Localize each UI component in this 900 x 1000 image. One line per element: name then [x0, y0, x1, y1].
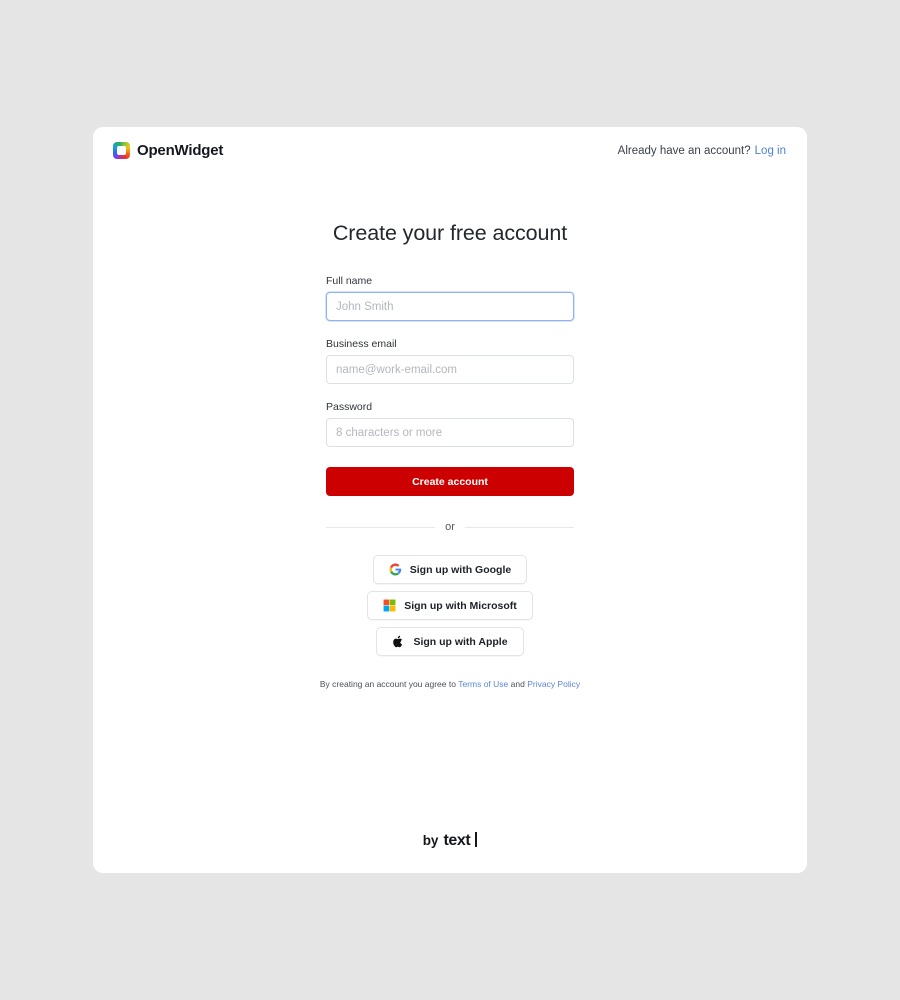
header-account-prompt: Already have an account? Log in	[618, 145, 786, 157]
brand-name: OpenWidget	[137, 142, 224, 159]
social-signup-buttons: Sign up with Google Sign up with Microso…	[367, 555, 533, 656]
signup-microsoft-label: Sign up with Microsoft	[404, 599, 517, 612]
business-email-input[interactable]	[326, 355, 574, 384]
text-com-branding[interactable]: by text	[423, 830, 478, 850]
terms-of-use-link[interactable]: Terms of Use	[458, 679, 508, 689]
divider: or	[326, 521, 574, 533]
divider-line-right	[464, 526, 574, 528]
field-business-email: Business email	[326, 338, 574, 384]
legal-prefix: By creating an account you agree to	[319, 679, 456, 689]
create-account-button[interactable]: Create account	[326, 467, 574, 496]
footer-product-label: text	[443, 832, 471, 849]
field-full-name: Full name	[326, 275, 574, 321]
signup-microsoft-button[interactable]: Sign up with Microsoft	[367, 591, 533, 620]
legal-conjunction: and	[510, 679, 525, 689]
brand-logo[interactable]: OpenWidget	[113, 142, 223, 159]
page-title: Create your free account	[332, 221, 568, 245]
signup-card: OpenWidget Already have an account? Log …	[93, 127, 807, 873]
signup-form: Full name Business email Password Create…	[326, 275, 574, 496]
full-name-input[interactable]	[326, 292, 574, 321]
legal-disclaimer: By creating an account you agree to Term…	[320, 679, 580, 689]
field-password: Password	[326, 401, 574, 447]
google-icon	[389, 563, 401, 576]
business-email-label: Business email	[326, 338, 397, 350]
divider-line-left	[326, 526, 436, 528]
card-footer: by text	[93, 807, 807, 873]
openwidget-logo-icon	[113, 142, 130, 159]
full-name-label: Full name	[326, 275, 373, 287]
account-prompt-text: Already have an account?	[617, 144, 751, 157]
signup-apple-button[interactable]: Sign up with Apple	[376, 627, 524, 656]
privacy-policy-link[interactable]: Privacy Policy	[527, 679, 580, 689]
text-caret-icon	[475, 832, 478, 847]
signup-content: Create your free account Full name Busin…	[93, 221, 807, 689]
signup-google-button[interactable]: Sign up with Google	[372, 555, 528, 584]
footer-by-label: by	[422, 833, 439, 848]
signup-google-label: Sign up with Google	[409, 563, 512, 576]
microsoft-icon	[383, 599, 396, 612]
card-header: OpenWidget Already have an account? Log …	[93, 127, 807, 174]
password-input[interactable]	[326, 418, 574, 447]
password-label: Password	[326, 401, 373, 413]
apple-icon	[393, 635, 403, 648]
divider-label: or	[445, 521, 455, 533]
login-link[interactable]: Log in	[755, 145, 786, 157]
signup-apple-label: Sign up with Apple	[413, 635, 508, 648]
